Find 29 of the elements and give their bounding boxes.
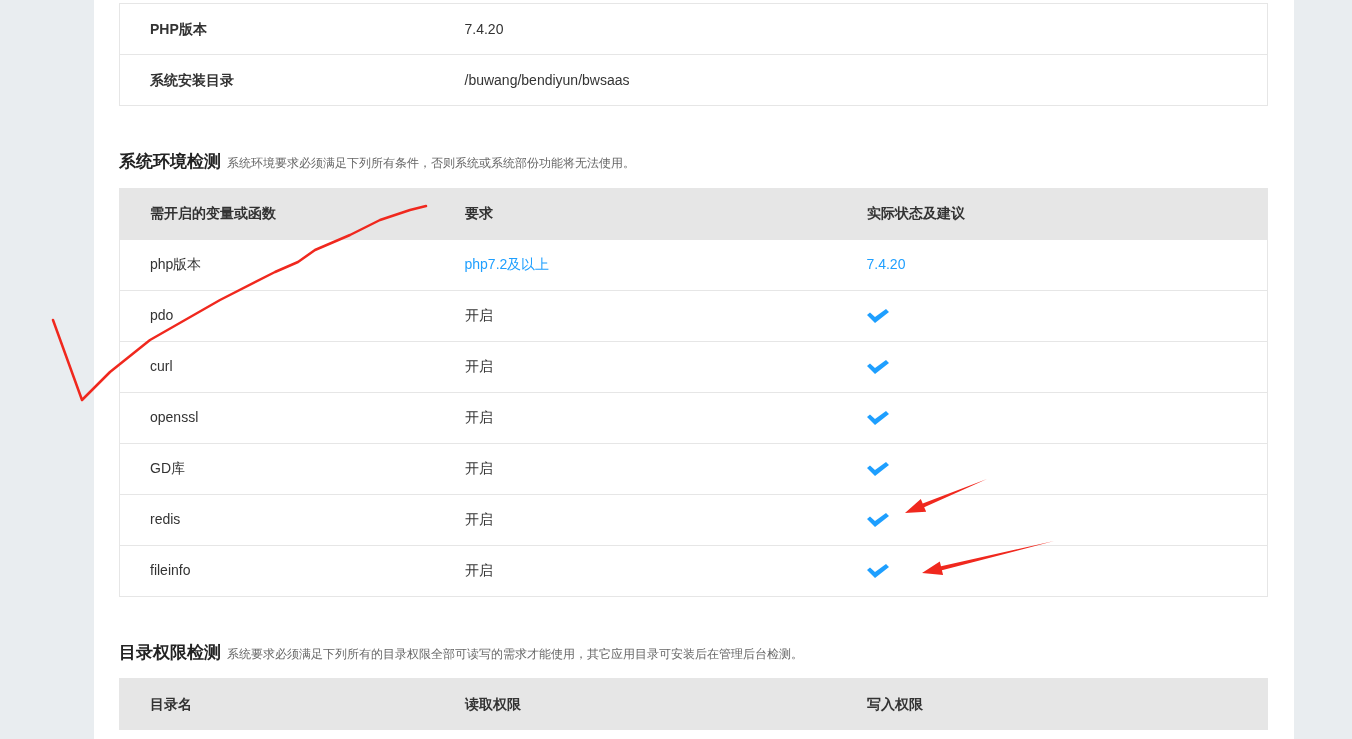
column-header: 需开启的变量或函数 — [150, 205, 276, 221]
item-name: openssl — [150, 409, 199, 425]
info-label: PHP版本 — [150, 20, 207, 37]
section-description: 系统要求必须满足下列所有的目录权限全部可读写的需求才能使用，其它应用目录可安装后在管理后台检测。 — [227, 645, 803, 663]
item-name: pdo — [150, 307, 174, 323]
column-header: 实际状态及建议 — [866, 205, 965, 221]
item-name: redis — [150, 511, 181, 527]
requirement-text: php7.2及以上 — [464, 256, 550, 272]
requirement-text: 开启 — [464, 409, 493, 425]
item-name: GD库 — [150, 460, 185, 476]
info-value: 7.4.20 — [464, 20, 504, 37]
section-title: 系统环境检测 — [119, 151, 221, 173]
requirement-text: 开启 — [464, 562, 493, 578]
item-name: curl — [150, 358, 173, 374]
column-header: 写入权限 — [866, 695, 923, 712]
item-name: php版本 — [150, 256, 202, 272]
item-name: fileinfo — [150, 562, 191, 578]
info-value: /buwang/bendiyun/bwsaas — [464, 71, 630, 88]
requirement-text: 开启 — [464, 358, 493, 374]
column-header: 读取权限 — [464, 695, 521, 712]
requirement-text: 开启 — [464, 511, 493, 527]
section-description: 系统环境要求必须满足下列所有条件，否则系统或系统部份功能将无法使用。 — [227, 155, 635, 172]
status-text: 7.4.20 — [866, 256, 906, 272]
section-title: 目录权限检测 — [119, 641, 221, 664]
requirement-text: 开启 — [464, 460, 493, 476]
column-header: 目录名 — [150, 695, 192, 712]
requirement-text: 开启 — [464, 307, 493, 323]
column-header: 要求 — [464, 205, 493, 221]
info-label: 系统安装目录 — [150, 71, 234, 88]
